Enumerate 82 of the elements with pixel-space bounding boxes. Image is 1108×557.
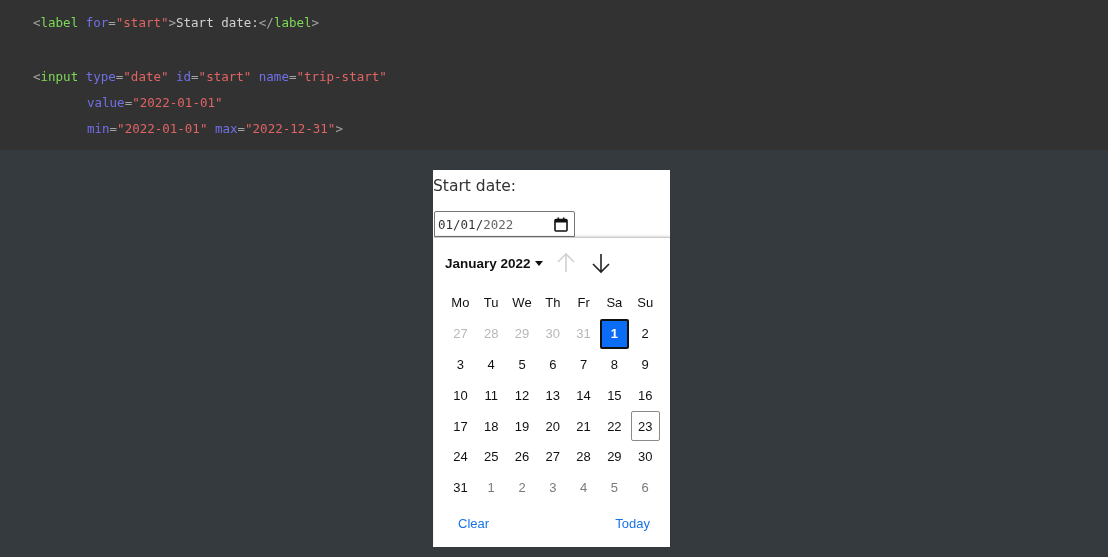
code-token: label (40, 14, 79, 32)
code-token: = (237, 120, 246, 138)
code-token: < (33, 68, 41, 86)
day-cell[interactable]: 3 (538, 472, 568, 503)
day-cell[interactable]: 1 (600, 318, 629, 349)
day-cell[interactable]: 14 (569, 380, 598, 411)
weekday-header: Sa (605, 294, 624, 312)
code-token: min (87, 120, 110, 138)
code-token: = (124, 94, 133, 112)
code-token: < (33, 14, 41, 32)
weekday-header: Fr (576, 294, 591, 312)
caret-icon (534, 260, 543, 266)
date-input-field[interactable]: 01/01/2022 (434, 211, 575, 237)
day-cell[interactable]: 28 (569, 442, 598, 472)
code-token: "date" (123, 68, 169, 86)
text-button[interactable]: Today (615, 515, 650, 531)
day-cell[interactable]: 13 (538, 380, 568, 411)
day-cell[interactable]: 12 (507, 380, 537, 411)
day-cell[interactable]: 2 (507, 472, 537, 503)
day-cell[interactable]: 7 (569, 349, 598, 380)
day-cell[interactable]: 16 (630, 380, 660, 411)
code-token: > (311, 14, 320, 32)
weekday-header: We (511, 294, 533, 312)
calendar-icon[interactable] (554, 216, 568, 232)
code-token: = (288, 68, 297, 86)
code-token: </ (258, 14, 274, 32)
code-token: "2022-12-31" (245, 120, 336, 138)
text-button[interactable]: Clear (458, 515, 490, 531)
code-token: value (87, 94, 125, 112)
day-cell[interactable]: 8 (600, 349, 629, 380)
day-cell[interactable]: 25 (476, 442, 506, 472)
code-token: "start" (198, 68, 252, 86)
day-cell[interactable]: 11 (476, 380, 506, 411)
day-cell[interactable]: 26 (507, 442, 537, 472)
day-cell[interactable]: 21 (569, 411, 598, 442)
day-cell[interactable]: 2 (630, 318, 660, 349)
day-cell[interactable]: 19 (507, 411, 537, 442)
weekday-header: Mo (450, 294, 471, 312)
day-cell[interactable]: 6 (538, 349, 568, 380)
code-token: id (175, 68, 192, 86)
code-token: Start date: (176, 14, 259, 32)
day-cell[interactable]: 18 (476, 411, 506, 442)
day-cell[interactable]: 3 (446, 349, 475, 380)
day-cell[interactable]: 20 (538, 411, 568, 442)
code-token: label (273, 14, 312, 32)
code-token: = (115, 68, 124, 86)
day-cell[interactable]: 22 (600, 411, 629, 442)
code-token: max (213, 120, 238, 138)
code-token: > (335, 120, 343, 138)
day-cell[interactable]: 30 (630, 442, 660, 472)
code-token: name (257, 68, 289, 86)
day-cell[interactable]: 4 (569, 472, 598, 503)
code-token: "trip-start" (296, 68, 387, 86)
day-cell[interactable]: 17 (446, 411, 475, 442)
day-cell[interactable]: 24 (446, 442, 475, 472)
weekday-header: Th (544, 294, 562, 312)
code-token: = (108, 14, 116, 32)
day-cell[interactable]: 23 (630, 411, 660, 442)
code-token: = (109, 120, 118, 138)
day-cell[interactable]: 27 (538, 442, 568, 472)
month-selector[interactable]: January 2022 (445, 255, 543, 271)
field-label: Start date: (433, 176, 517, 197)
code-token: = (191, 68, 199, 86)
day-cell[interactable]: 9 (630, 349, 660, 380)
code-token: for (84, 14, 109, 32)
code-token: > (168, 14, 177, 32)
day-cell[interactable]: 5 (600, 472, 629, 503)
day-cell[interactable]: 4 (476, 349, 506, 380)
day-cell[interactable]: 10 (446, 380, 475, 411)
code-token: "2022-01-01" (132, 94, 223, 112)
day-cell[interactable]: 29 (600, 442, 629, 472)
day-cell[interactable]: 31 (446, 472, 475, 503)
code-token: input (40, 68, 79, 86)
day-cell[interactable]: 5 (507, 349, 537, 380)
day-cell[interactable]: 15 (600, 380, 629, 411)
weekday-header: Tu (482, 294, 500, 312)
day-cell[interactable]: 6 (630, 472, 660, 503)
code-token: type (84, 68, 116, 86)
code-token: "2022-01-01" (117, 120, 208, 138)
code-token: "start" (115, 14, 169, 32)
day-cell[interactable]: 1 (476, 472, 506, 503)
weekday-header: Su (636, 294, 655, 312)
